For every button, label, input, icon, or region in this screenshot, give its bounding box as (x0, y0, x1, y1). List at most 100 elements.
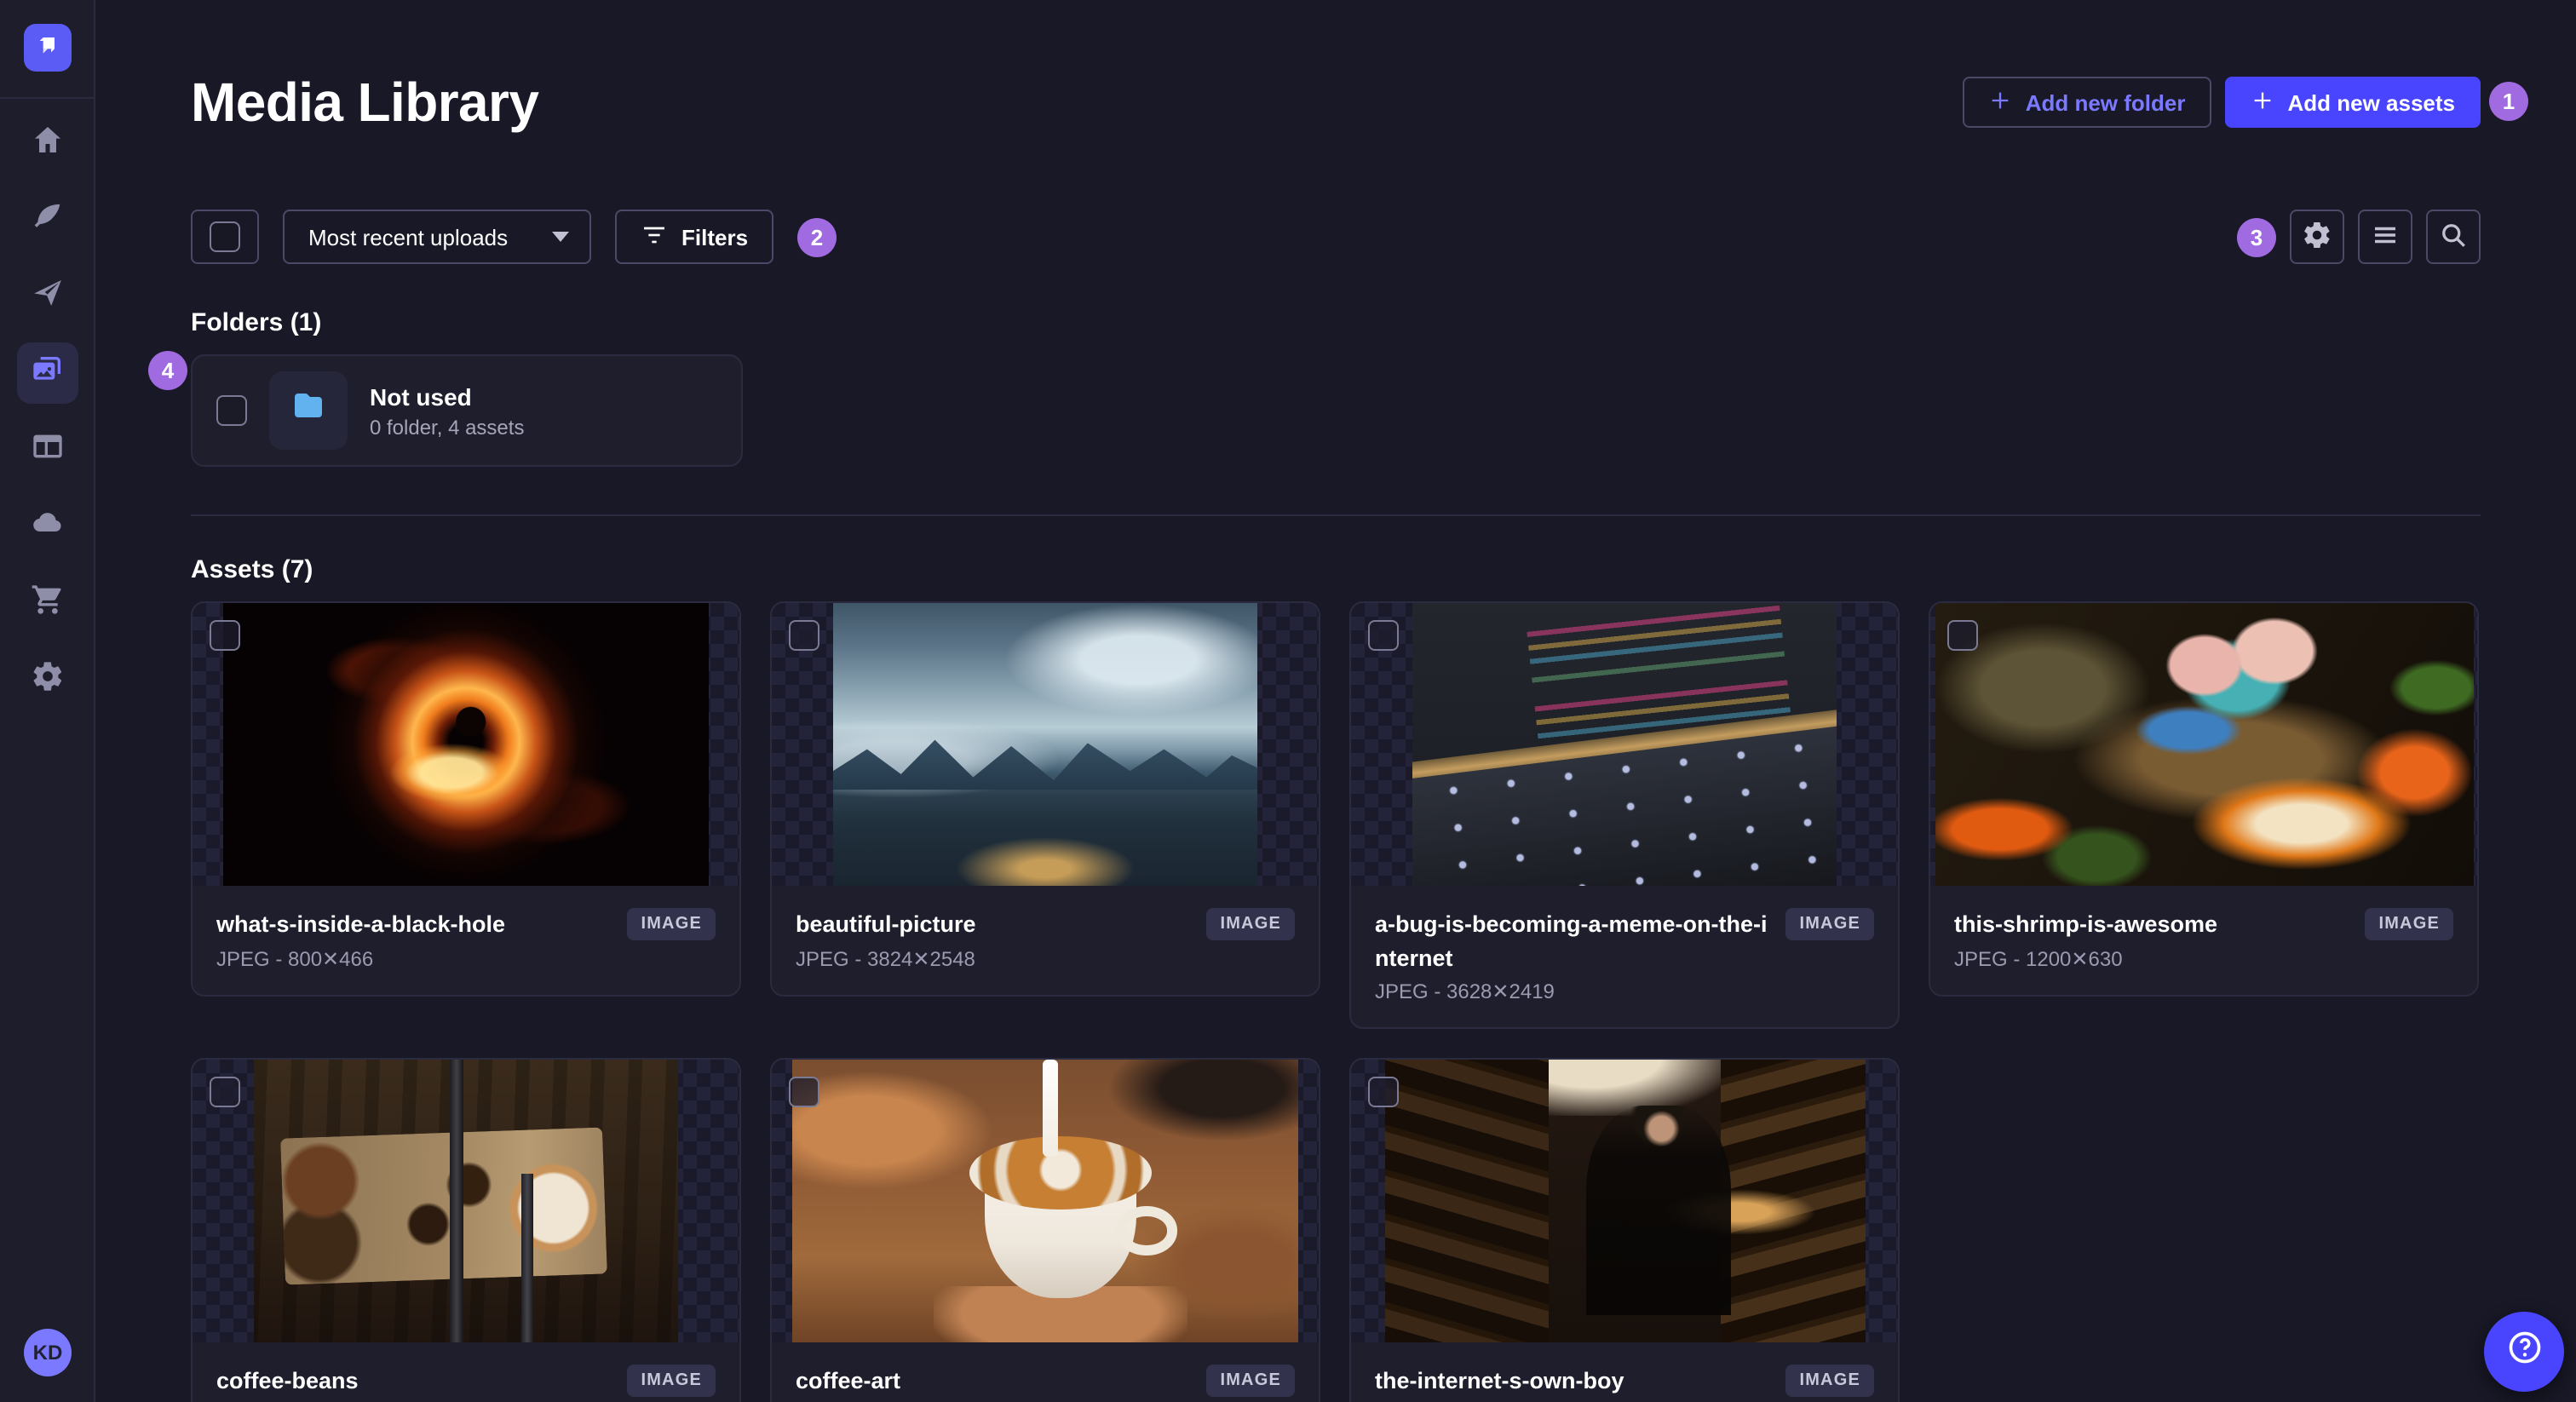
feather-icon (30, 198, 64, 241)
asset-card[interactable]: a-bug-is-becoming-a-meme-on-the-internet… (1349, 601, 1900, 1030)
view-settings-button[interactable] (2290, 210, 2344, 264)
select-all-checkbox[interactable] (210, 221, 240, 252)
latte-art-decor (969, 1135, 1152, 1210)
asset-thumbnail (1351, 603, 1898, 886)
cloud-icon (30, 505, 64, 548)
gear-icon (2302, 219, 2332, 255)
asset-type-badge: IMAGE (627, 908, 716, 940)
asset-meta: JPEG - 800✕466 (216, 946, 374, 971)
asset-card[interactable]: coffee-art JPEG - 5824✕3259 IMAGE (770, 1058, 1320, 1402)
asset-checkbox[interactable] (789, 620, 819, 651)
asset-name: what-s-inside-a-black-hole (216, 911, 506, 937)
media-library-app: KD Media Library Add new folder Add new … (0, 0, 2576, 1402)
asset-image-code-laptop (1412, 603, 1837, 886)
asset-name: coffee-art (796, 1368, 901, 1394)
milk-stream-decor (1043, 1060, 1058, 1157)
asset-type-badge: IMAGE (1206, 908, 1295, 940)
plus-icon (1988, 88, 2012, 117)
asset-thumbnail (772, 603, 1319, 886)
home-icon (30, 122, 64, 164)
plus-icon (2250, 88, 2274, 117)
sidebar-item-releases[interactable] (16, 266, 78, 327)
media-library-icon (30, 352, 64, 394)
asset-image-shrimp (1935, 603, 2473, 886)
folders-heading: Folders (1) (191, 308, 322, 337)
toolbar: Most recent uploads Filters 2 3 (191, 210, 2481, 264)
sidebar-item-content[interactable] (16, 189, 78, 250)
add-new-assets-button[interactable]: Add new assets (2224, 77, 2481, 128)
asset-name: beautiful-picture (796, 911, 976, 937)
sidebar: KD (0, 0, 95, 1402)
avatar-initials: KD (32, 1341, 63, 1365)
asset-type-badge: IMAGE (1785, 1365, 1874, 1398)
page-header: Media Library Add new folder Add new ass… (191, 0, 2481, 135)
asset-checkbox[interactable] (789, 1077, 819, 1108)
bookshelf-left-decor (1384, 1060, 1548, 1343)
sort-dropdown[interactable]: Most recent uploads (283, 210, 591, 264)
asset-card[interactable]: beautiful-picture JPEG - 3824✕2548 IMAGE (770, 601, 1320, 997)
search-button[interactable] (2426, 210, 2481, 264)
section-divider (191, 514, 2481, 516)
wood-board-decor (280, 1128, 609, 1286)
sidebar-item-marketplace[interactable] (16, 572, 78, 634)
asset-checkbox[interactable] (1947, 620, 1978, 651)
asset-checkbox[interactable] (210, 620, 240, 651)
asset-meta: JPEG - 3628✕2419 (1375, 980, 1555, 1004)
asset-caption: a-bug-is-becoming-a-meme-on-the-internet… (1351, 886, 1898, 1027)
annotation-badge-1: 1 (2489, 82, 2528, 121)
asset-thumbnail (193, 1060, 739, 1343)
filters-label: Filters (681, 224, 749, 250)
sidebar-item-cloud[interactable] (16, 496, 78, 557)
paper-plane-icon (30, 275, 64, 318)
folder-checkbox[interactable] (216, 395, 247, 426)
asset-card[interactable]: this-shrimp-is-awesome JPEG - 1200✕630 I… (1929, 601, 2479, 997)
cart-icon (30, 582, 64, 624)
page-title: Media Library (191, 72, 539, 133)
search-icon (2438, 219, 2469, 255)
folder-tile (269, 371, 348, 450)
asset-thumbnail (1351, 1060, 1898, 1343)
asset-type-badge: IMAGE (1206, 1365, 1295, 1398)
spoon-decor (520, 1173, 534, 1343)
asset-image-library-boy (1384, 1060, 1865, 1343)
folder-card[interactable]: Not used 0 folder, 4 assets (191, 354, 743, 467)
add-new-folder-button[interactable]: Add new folder (1962, 77, 2211, 128)
asset-image-coffee-art (792, 1060, 1298, 1343)
asset-name: this-shrimp-is-awesome (1954, 911, 2218, 937)
select-all-button[interactable] (191, 210, 259, 264)
asset-card[interactable]: what-s-inside-a-black-hole JPEG - 800✕46… (191, 601, 741, 997)
list-icon (2370, 219, 2401, 255)
asset-checkbox[interactable] (1368, 620, 1399, 651)
asset-card[interactable]: coffee-beans JPEG - 5021✕3347 IMAGE (191, 1058, 741, 1402)
asset-name: coffee-beans (216, 1368, 359, 1394)
sidebar-item-settings[interactable] (16, 649, 78, 710)
sidebar-nav (0, 112, 94, 710)
help-button[interactable] (2484, 1312, 2564, 1392)
filters-button[interactable]: Filters (615, 210, 774, 264)
chevron-down-icon (552, 232, 569, 242)
asset-image-mountains (833, 603, 1257, 886)
cup-handle-decor (1116, 1206, 1177, 1255)
main-area: Media Library Add new folder Add new ass… (95, 0, 2576, 1402)
layout-icon (30, 428, 64, 471)
asset-name: a-bug-is-becoming-a-meme-on-the-internet (1375, 911, 1768, 971)
filter-icon (641, 221, 668, 253)
gear-icon (30, 658, 64, 701)
app-logo[interactable] (24, 24, 72, 72)
add-new-folder-label: Add new folder (2025, 89, 2186, 115)
user-avatar[interactable]: KD (24, 1329, 72, 1376)
asset-type-badge: IMAGE (627, 1365, 716, 1398)
list-view-button[interactable] (2358, 210, 2412, 264)
folder-icon (288, 386, 329, 435)
asset-caption: the-internet-s-own-boy JPEG - 1200✕707 I… (1351, 1342, 1898, 1402)
asset-checkbox[interactable] (1368, 1077, 1399, 1108)
sidebar-item-home[interactable] (16, 112, 78, 174)
sidebar-item-content-type-builder[interactable] (16, 419, 78, 480)
asset-thumbnail (772, 1060, 1319, 1343)
sidebar-item-media-library[interactable] (16, 342, 78, 404)
asset-card[interactable]: the-internet-s-own-boy JPEG - 1200✕707 I… (1349, 1058, 1900, 1402)
annotation-badge-2: 2 (797, 217, 837, 256)
strapi-logo-icon (34, 30, 61, 66)
asset-checkbox[interactable] (210, 1077, 240, 1108)
asset-thumbnail (193, 603, 739, 886)
